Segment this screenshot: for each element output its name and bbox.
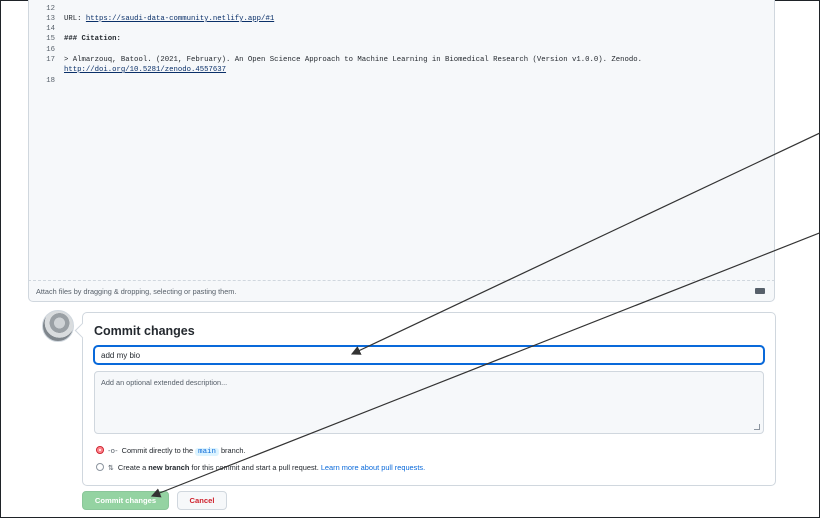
commit-direct-text: Commit directly to the — [121, 446, 196, 455]
attach-files-text: Attach files by dragging & dropping, sel… — [36, 287, 237, 296]
code-heading-text: ### Citation: — [64, 35, 121, 43]
line-number: 12 — [46, 5, 55, 13]
line-number: 15 — [46, 35, 55, 43]
attach-files-bar[interactable]: Attach files by dragging & dropping, sel… — [28, 280, 775, 302]
code-url-link[interactable]: https://saudi-data-community.netlify.app… — [86, 15, 274, 23]
new-branch-text: Create a — [117, 463, 149, 472]
code-text: > Almarzouq, Batool. (2021, February). A… — [64, 56, 643, 64]
commit-changes-button[interactable]: Commit changes — [82, 491, 169, 510]
markdown-icon — [755, 288, 765, 294]
cancel-button[interactable]: Cancel — [177, 491, 227, 510]
git-commit-icon: -o- — [108, 447, 118, 455]
line-number: 13 — [46, 15, 55, 23]
line-number: 18 — [46, 77, 55, 85]
new-branch-middle: for this commit and start a pull request… — [189, 463, 321, 472]
file-editor[interactable]: 12 13 URL: https://saudi-data-community.… — [28, 0, 775, 281]
commit-changes-panel: Commit changes Add an optional extended … — [82, 312, 776, 486]
code-text: URL: — [64, 15, 86, 23]
line-number: 16 — [46, 46, 55, 54]
new-branch-option[interactable]: ⇅ Create a new branch for this commit and… — [96, 463, 425, 472]
commit-description-input[interactable]: Add an optional extended description... — [94, 371, 764, 434]
code-doi-link[interactable]: http://doi.org/10.5281/zenodo.4557637 — [64, 66, 226, 74]
line-number: 14 — [46, 25, 55, 33]
commit-summary-input[interactable] — [94, 346, 764, 364]
commit-title: Commit changes — [94, 324, 195, 338]
radio-commit-direct[interactable] — [96, 446, 104, 455]
radio-new-branch[interactable] — [96, 463, 104, 472]
description-placeholder: Add an optional extended description... — [101, 378, 228, 387]
commit-direct-suffix: branch. — [218, 446, 246, 455]
new-branch-bold: new branch — [148, 463, 190, 472]
line-number: 17 — [46, 56, 55, 64]
resize-handle[interactable] — [754, 424, 760, 430]
git-pull-request-icon: ⇅ — [108, 464, 114, 472]
learn-more-link[interactable]: Learn more about pull requests. — [321, 463, 425, 472]
commit-direct-option[interactable]: -o- Commit directly to the main branch. — [96, 446, 246, 456]
branch-name: main — [195, 448, 219, 456]
avatar — [42, 310, 74, 342]
